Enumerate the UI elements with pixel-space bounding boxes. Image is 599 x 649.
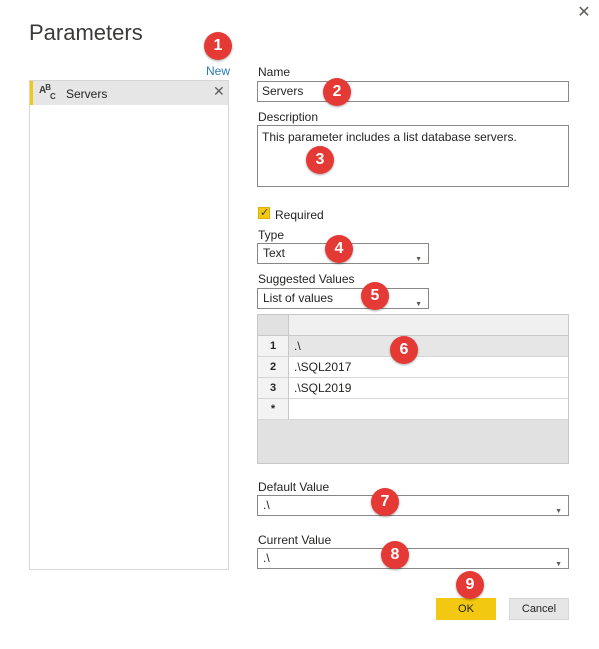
current-value-dropdown[interactable]: .\ ▼ [257,548,569,569]
grid-column-header [289,315,568,336]
default-value-label: Default Value [258,480,330,494]
step-marker: 6 [390,336,418,364]
row-number: 1 [258,336,289,357]
grid-header [258,315,568,336]
required-checkbox[interactable]: ✓ [258,207,270,219]
row-value[interactable] [289,399,568,420]
grid-corner [258,315,289,336]
current-value-label: Current Value [258,533,332,547]
check-icon: ✓ [260,207,270,219]
suggested-values-label: Suggested Values [258,272,355,286]
name-input[interactable]: Servers [257,81,569,102]
type-dropdown-value: Text [263,246,286,260]
default-value-value: .\ [263,498,270,512]
chevron-down-icon: ▼ [415,301,422,308]
row-number: 2 [258,357,289,378]
description-textarea[interactable]: This parameter includes a list database … [257,125,569,187]
step-marker: 3 [306,146,334,174]
text-type-icon: ABC [39,83,56,101]
dialog-title: Parameters [29,20,143,45]
step-marker: 5 [361,282,389,310]
step-marker: 7 [371,488,399,516]
delete-icon[interactable]: ✕ [213,83,225,100]
required-label: Required [275,208,324,222]
chevron-down-icon: ▼ [415,256,422,263]
step-marker: 1 [204,32,232,60]
row-number: 3 [258,378,289,399]
row-value[interactable]: .\SQL2019 [289,378,568,399]
row-value[interactable]: .\ [289,336,568,357]
close-icon[interactable]: ✕ [574,3,594,23]
step-marker: 2 [323,78,351,106]
chevron-down-icon: ▼ [555,561,562,568]
table-row[interactable]: 3 .\SQL2019 [258,378,568,399]
step-marker: 8 [381,541,409,569]
step-marker: 9 [456,571,484,599]
new-parameter-link[interactable]: New [206,64,230,78]
values-grid: 1 .\ 2 .\SQL2017 3 .\SQL2019 * [257,314,569,464]
row-number: * [258,399,289,420]
step-marker: 4 [325,235,353,263]
parameter-item-label: Servers [66,87,108,101]
parameter-item-servers[interactable]: ABC Servers ✕ [30,81,228,105]
type-label: Type [258,228,285,242]
current-value-value: .\ [263,551,270,565]
chevron-down-icon: ▼ [555,508,562,515]
cancel-button[interactable]: Cancel [509,598,569,620]
row-value[interactable]: .\SQL2017 [289,357,568,378]
name-label: Name [258,65,291,79]
suggested-values-dropdown[interactable]: List of values ▼ [257,288,429,309]
suggested-values-value: List of values [263,291,334,305]
parameter-list: ABC Servers ✕ [29,80,229,570]
description-label: Description [258,110,319,124]
default-value-dropdown[interactable]: .\ ▼ [257,495,569,516]
table-row-new[interactable]: * [258,399,568,420]
ok-button[interactable]: OK [436,598,496,620]
